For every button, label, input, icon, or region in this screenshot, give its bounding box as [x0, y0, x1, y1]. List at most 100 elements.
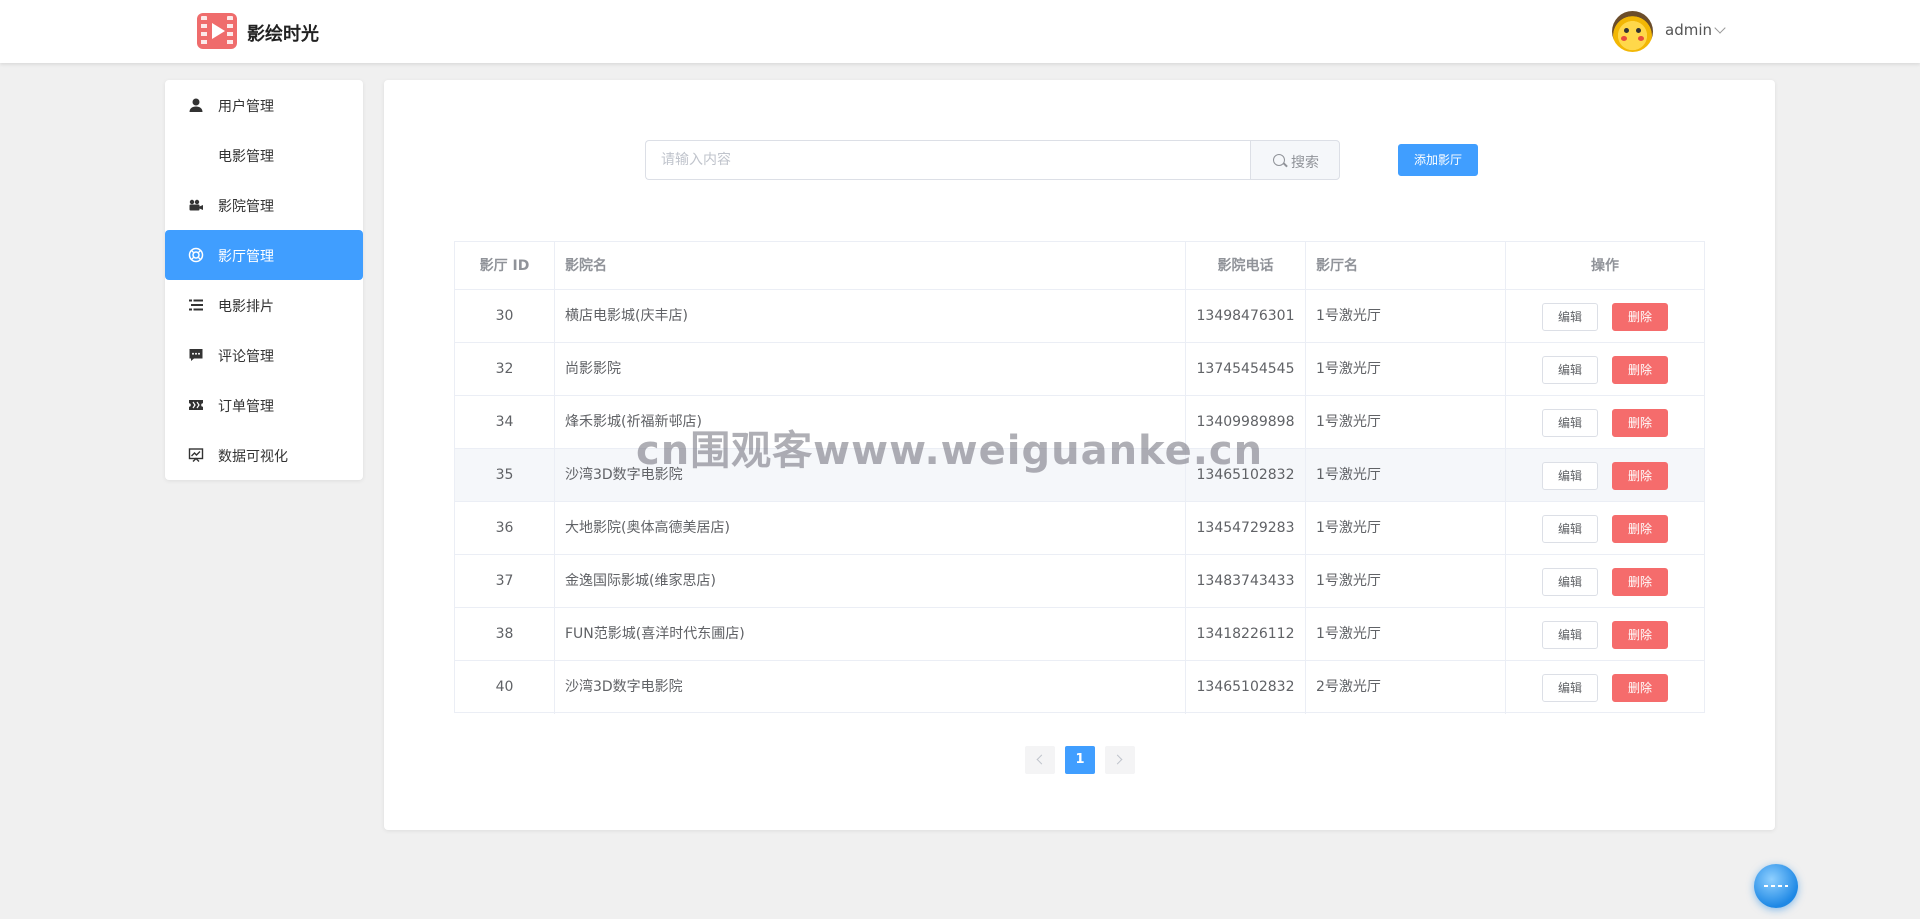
cell-operations: 编辑 删除	[1506, 502, 1704, 554]
header-cinema-name: 影院名	[555, 242, 1186, 289]
user-icon	[189, 98, 203, 112]
delete-button[interactable]: 删除	[1612, 356, 1668, 384]
delete-button[interactable]: 删除	[1612, 303, 1668, 331]
sidebar-item-cinemas[interactable]: 影院管理	[165, 180, 363, 230]
edit-button[interactable]: 编辑	[1542, 462, 1598, 490]
cell-cinema-name: 横店电影城(庆丰店)	[555, 290, 1186, 342]
edit-button[interactable]: 编辑	[1542, 409, 1598, 437]
delete-button[interactable]: 删除	[1612, 515, 1668, 543]
cell-hall-id: 36	[455, 502, 555, 554]
comment-icon	[189, 349, 203, 361]
cell-cinema-name: 沙湾3D数字电影院	[555, 449, 1186, 501]
cell-hall-name: 1号激光厅	[1306, 290, 1506, 342]
cell-hall-id: 32	[455, 343, 555, 395]
edit-button[interactable]: 编辑	[1542, 303, 1598, 331]
cell-operations: 编辑 删除	[1506, 555, 1704, 607]
cell-hall-name: 1号激光厅	[1306, 449, 1506, 501]
delete-button[interactable]: 删除	[1612, 409, 1668, 437]
edit-button[interactable]: 编辑	[1542, 568, 1598, 596]
sidebar-item-label: 评论管理	[218, 349, 274, 365]
cell-cinema-name: 沙湾3D数字电影院	[555, 661, 1186, 714]
delete-button[interactable]: 删除	[1612, 462, 1668, 490]
sidebar-item-label: 影厅管理	[218, 249, 274, 265]
cell-hall-id: 35	[455, 449, 555, 501]
sidebar-item-users[interactable]: 用户管理	[165, 80, 363, 130]
delete-button[interactable]: 删除	[1612, 674, 1668, 702]
cell-operations: 编辑 删除	[1506, 343, 1704, 395]
chevron-down-icon[interactable]	[1714, 22, 1726, 34]
table-row: 35 沙湾3D数字电影院 13465102832 1号激光厅 编辑 删除	[455, 449, 1704, 502]
sidebar-item-data-viz[interactable]: 数据可视化	[165, 430, 363, 480]
sidebar-item-comments[interactable]: 评论管理	[165, 330, 363, 380]
list-icon	[189, 299, 203, 311]
cell-cinema-phone: 13483743433	[1186, 555, 1306, 607]
cell-hall-name: 1号激光厅	[1306, 396, 1506, 448]
ticket-icon	[189, 400, 203, 410]
header-cinema-phone: 影院电话	[1186, 242, 1306, 289]
table-row: 32 尚影影院 13745454545 1号激光厅 编辑 删除	[455, 343, 1704, 396]
cell-operations: 编辑 删除	[1506, 396, 1704, 448]
cell-cinema-name: 大地影院(奥体高德美居店)	[555, 502, 1186, 554]
halls-table: 影厅 ID 影院名 影院电话 影厅名 操作 30 横店电影城(庆丰店) 1349…	[454, 241, 1705, 714]
cell-operations: 编辑 删除	[1506, 661, 1704, 714]
cell-cinema-name: 尚影影院	[555, 343, 1186, 395]
header-operations: 操作	[1591, 258, 1619, 274]
cell-cinema-phone: 13418226112	[1186, 608, 1306, 660]
cell-hall-name: 1号激光厅	[1306, 555, 1506, 607]
table-header: 影厅 ID 影院名 影院电话 影厅名 操作	[455, 242, 1704, 290]
edit-button[interactable]: 编辑	[1542, 621, 1598, 649]
cell-hall-name: 2号激光厅	[1306, 661, 1506, 714]
pagination-page-current[interactable]: 1	[1065, 746, 1095, 774]
cell-operations: 编辑 删除	[1506, 449, 1704, 501]
sidebar-item-movies[interactable]: 电影管理	[165, 130, 363, 180]
search-input[interactable]	[645, 140, 1250, 180]
search-button-label: 搜索	[1291, 155, 1319, 171]
edit-button[interactable]: 编辑	[1542, 356, 1598, 384]
cell-operations: 编辑 删除	[1506, 290, 1704, 342]
film-logo-icon[interactable]	[197, 13, 237, 49]
edit-button[interactable]: 编辑	[1542, 515, 1598, 543]
table-row: 37 金逸国际影城(维家思店) 13483743433 1号激光厅 编辑 删除	[455, 555, 1704, 608]
cell-cinema-phone: 13454729283	[1186, 502, 1306, 554]
pagination-prev-button[interactable]	[1025, 746, 1055, 774]
table-row: 30 横店电影城(庆丰店) 13498476301 1号激光厅 编辑 删除	[455, 290, 1704, 343]
add-hall-button[interactable]: 添加影厅	[1398, 144, 1478, 176]
cell-hall-id: 37	[455, 555, 555, 607]
chart-icon	[188, 448, 204, 462]
cell-cinema-name: FUN范影城(喜洋时代东圃店)	[555, 608, 1186, 660]
floating-assistant-button[interactable]	[1754, 864, 1798, 908]
sidebar-item-label: 电影管理	[218, 149, 274, 165]
delete-button[interactable]: 删除	[1612, 621, 1668, 649]
ring-icon	[188, 247, 204, 263]
cell-hall-id: 34	[455, 396, 555, 448]
table-row: 36 大地影院(奥体高德美居店) 13454729283 1号激光厅 编辑 删除	[455, 502, 1704, 555]
search-button[interactable]: 搜索	[1250, 140, 1340, 180]
edit-button[interactable]: 编辑	[1542, 674, 1598, 702]
user-avatar[interactable]	[1612, 11, 1653, 52]
camera-icon	[189, 199, 203, 211]
search-icon	[1273, 154, 1285, 166]
table-row: 40 沙湾3D数字电影院 13465102832 2号激光厅 编辑 删除	[455, 661, 1704, 714]
cell-hall-id: 40	[455, 661, 555, 714]
sidebar-item-label: 数据可视化	[218, 449, 288, 465]
cell-operations: 编辑 删除	[1506, 608, 1704, 660]
cell-cinema-name: 烽禾影城(祈福新邨店)	[555, 396, 1186, 448]
chevron-right-icon	[1112, 754, 1123, 765]
pagination-next-button[interactable]	[1105, 746, 1135, 774]
sidebar-item-schedule[interactable]: 电影排片	[165, 280, 363, 330]
brand-title: 影绘时光	[247, 24, 319, 45]
cell-hall-name: 1号激光厅	[1306, 343, 1506, 395]
username-label[interactable]: admin	[1665, 21, 1712, 39]
sidebar-item-label: 电影排片	[218, 299, 274, 315]
cell-cinema-phone: 13745454545	[1186, 343, 1306, 395]
cell-cinema-phone: 13409989898	[1186, 396, 1306, 448]
sidebar-item-label: 用户管理	[218, 99, 274, 115]
sidebar-item-label: 订单管理	[218, 399, 274, 415]
table-row: 34 烽禾影城(祈福新邨店) 13409989898 1号激光厅 编辑 删除	[455, 396, 1704, 449]
sidebar-item-halls[interactable]: 影厅管理	[165, 230, 363, 280]
sidebar-item-orders[interactable]: 订单管理	[165, 380, 363, 430]
table-row: 38 FUN范影城(喜洋时代东圃店) 13418226112 1号激光厅 编辑 …	[455, 608, 1704, 661]
cell-cinema-phone: 13465102832	[1186, 661, 1306, 714]
delete-button[interactable]: 删除	[1612, 568, 1668, 596]
cell-cinema-phone: 13465102832	[1186, 449, 1306, 501]
